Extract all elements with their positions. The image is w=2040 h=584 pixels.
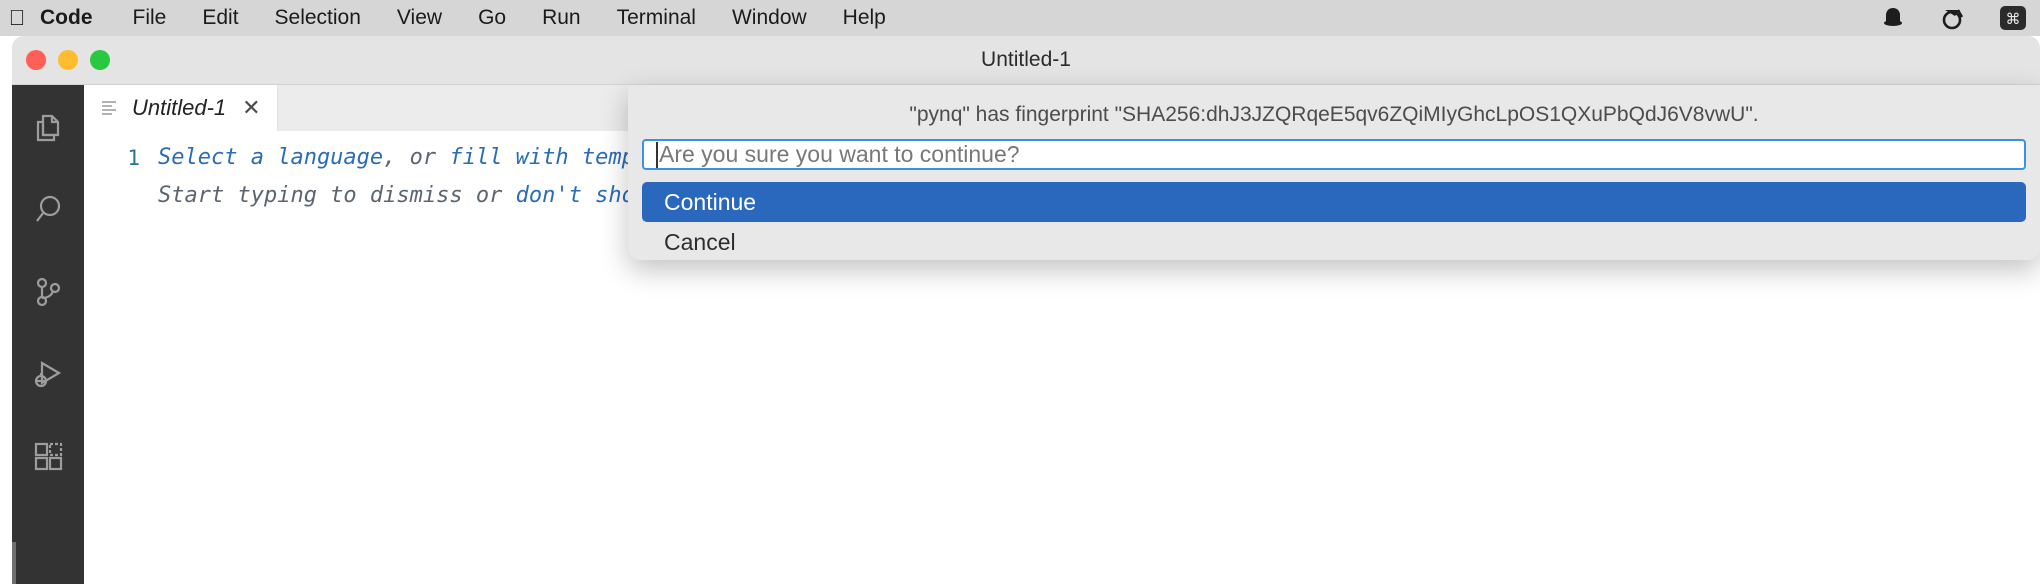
select-language-link[interactable]: Select a language xyxy=(158,145,383,170)
window-title: Untitled-1 xyxy=(981,48,1071,71)
menu-item-edit[interactable]: Edit xyxy=(184,0,256,36)
menu-item-view[interactable]: View xyxy=(379,0,460,36)
dialog-message: "pynq" has fingerprint "SHA256:dhJ3JZQRq… xyxy=(909,103,1759,126)
menu-item-window[interactable]: Window xyxy=(714,0,825,36)
sidebar-item-source-control[interactable] xyxy=(12,265,84,323)
clock-icon[interactable] xyxy=(1936,1,1970,35)
menu-item-help[interactable]: Help xyxy=(825,0,904,36)
run-debug-icon xyxy=(29,355,67,398)
text-caret xyxy=(656,141,658,168)
line1-sep: , or xyxy=(383,145,450,170)
source-control-branch-icon xyxy=(29,273,67,316)
confirmation-input[interactable]: Are you sure you want to continue? xyxy=(642,139,2026,170)
activity-bar xyxy=(12,85,84,584)
files-icon xyxy=(29,109,67,152)
sidebar-item-extensions[interactable] xyxy=(12,429,84,487)
activity-bar-scrollbar[interactable] xyxy=(12,542,16,584)
sidebar-item-search[interactable] xyxy=(12,183,84,241)
menu-item-code[interactable]: Code xyxy=(30,0,115,36)
menu-item-go[interactable]: Go xyxy=(460,0,524,36)
tab-untitled-1[interactable]: Untitled-1 ✕ xyxy=(84,85,278,131)
line2-prefix: Start typing to dismiss or xyxy=(158,183,516,208)
close-icon[interactable]: ✕ xyxy=(238,97,260,119)
input-placeholder: Are you sure you want to continue? xyxy=(659,141,1020,167)
sidebar-item-run-and-debug[interactable] xyxy=(12,347,84,405)
option-cancel[interactable]: Cancel xyxy=(642,222,2026,262)
menu-bar-items:  Code File Edit Selection View Go Run T… xyxy=(4,0,904,36)
menu-item-run[interactable]: Run xyxy=(524,0,599,36)
file-lines-icon xyxy=(98,97,120,119)
menu-item-terminal[interactable]: Terminal xyxy=(599,0,714,36)
menu-item-selection[interactable]: Selection xyxy=(257,0,379,36)
dialog-options-list: Continue Cancel xyxy=(642,182,2026,262)
menu-item-file[interactable]: File xyxy=(115,0,185,36)
line-number: 1 xyxy=(127,146,140,170)
window-titlebar: Untitled-1 xyxy=(12,36,2040,85)
screen:  Code File Edit Selection View Go Run T… xyxy=(0,0,2040,584)
command-key-icon[interactable]: ⌘ xyxy=(1996,1,2030,35)
search-icon xyxy=(29,191,67,234)
ssh-fingerprint-dialog: "pynq" has fingerprint "SHA256:dhJ3JZQRq… xyxy=(628,85,2040,260)
tab-label: Untitled-1 xyxy=(132,95,227,120)
option-continue[interactable]: Continue xyxy=(642,182,2026,222)
placeholder-line-1: Select a language, or fill with template xyxy=(158,139,688,177)
extensions-icon xyxy=(29,437,67,480)
sidebar-item-explorer[interactable] xyxy=(12,101,84,159)
apple-logo-icon[interactable]:  xyxy=(4,0,30,36)
macos-menu-bar:  Code File Edit Selection View Go Run T… xyxy=(0,0,2040,36)
menu-bar-status-icons: ⌘ xyxy=(1876,0,2040,36)
bell-icon[interactable] xyxy=(1876,1,1910,35)
svg-text:⌘: ⌘ xyxy=(2006,10,2021,28)
